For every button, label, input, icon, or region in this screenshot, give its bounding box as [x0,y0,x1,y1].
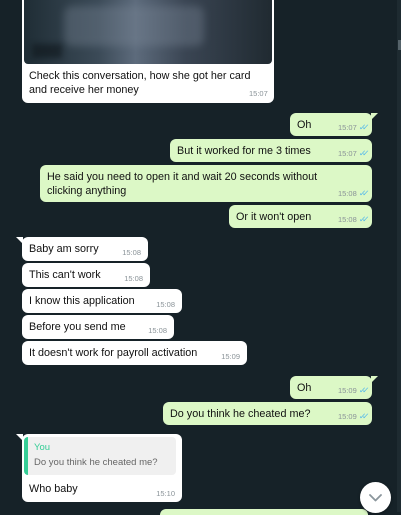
double-check-icon: ✓✓ [358,385,366,395]
message-text: Or it won't open [236,211,312,223]
message-text: Baby am sorry [29,243,99,255]
message-text: Oh [297,119,312,131]
quoted-author: You [34,442,51,453]
message-time: 15:07 [337,149,357,158]
message-bubble-outgoing[interactable]: Oh 15:07✓✓ [290,113,378,136]
double-check-icon: ✓✓ [358,188,366,198]
message-text: It doesn't work for payroll activation [29,347,198,359]
scrollbar[interactable] [397,0,401,512]
message-bubble-outgoing-partial [160,509,368,515]
message-time: 15:08 [156,300,175,309]
double-check-icon: ✓✓ [358,148,366,158]
message-text: He said you need to open it and wait 20 … [47,171,318,197]
chat-area: Check this conversation, how she got her… [0,0,401,515]
double-check-icon: ✓✓ [358,214,366,224]
double-check-icon: ✓✓ [358,411,366,421]
blurred-image-attachment[interactable] [24,0,272,64]
message-text: Before you send me [29,321,126,333]
message-bubble-outgoing[interactable]: But it worked for me 3 times 15:07✓✓ [170,139,372,162]
message-time: 15:07 [249,89,268,98]
message-text: Check this conversation, how she got her… [29,70,251,96]
quoted-text: Do you think he cheated me? [34,457,158,468]
message-time: 15:09 [221,352,240,361]
message-text: This can't work [29,269,101,281]
message-bubble-incoming[interactable]: I know this application 15:08 [22,289,182,313]
message-time: 15:09 [337,386,357,395]
message-bubble-incoming[interactable]: Baby am sorry 15:08 [16,237,148,261]
message-bubble-incoming[interactable]: It doesn't work for payroll activation 1… [22,341,247,365]
message-time: 15:08 [337,215,357,224]
scroll-to-bottom-button[interactable] [360,482,391,513]
double-check-icon: ✓✓ [358,122,366,132]
message-time: 15:10 [156,489,175,498]
message-bubble-outgoing[interactable]: Oh 15:09✓✓ [290,376,378,399]
message-bubble-outgoing[interactable]: Or it won't open 15:08✓✓ [229,205,372,228]
message-bubble-outgoing[interactable]: Do you think he cheated me? 15:09✓✓ [163,402,372,425]
message-text: Do you think he cheated me? [170,408,311,420]
quoted-message[interactable]: You Do you think he cheated me? [24,437,176,475]
message-time: 15:09 [337,412,357,421]
message-time: 15:08 [148,326,167,335]
chevron-down-icon [369,494,382,502]
message-time: 15:07 [337,123,357,132]
message-text: I know this application [29,295,135,307]
message-bubble-incoming[interactable]: This can't work 15:08 [22,263,150,287]
message-text: But it worked for me 3 times [177,145,311,157]
message-time: 15:08 [122,248,141,257]
message-bubble-outgoing[interactable]: He said you need to open it and wait 20 … [40,165,372,202]
message-text: Oh [297,382,312,394]
message-bubble-incoming[interactable]: Before you send me 15:08 [22,315,174,339]
message-text: Who baby [29,483,78,495]
message-time: 15:08 [337,189,357,198]
message-time: 15:08 [124,274,143,283]
